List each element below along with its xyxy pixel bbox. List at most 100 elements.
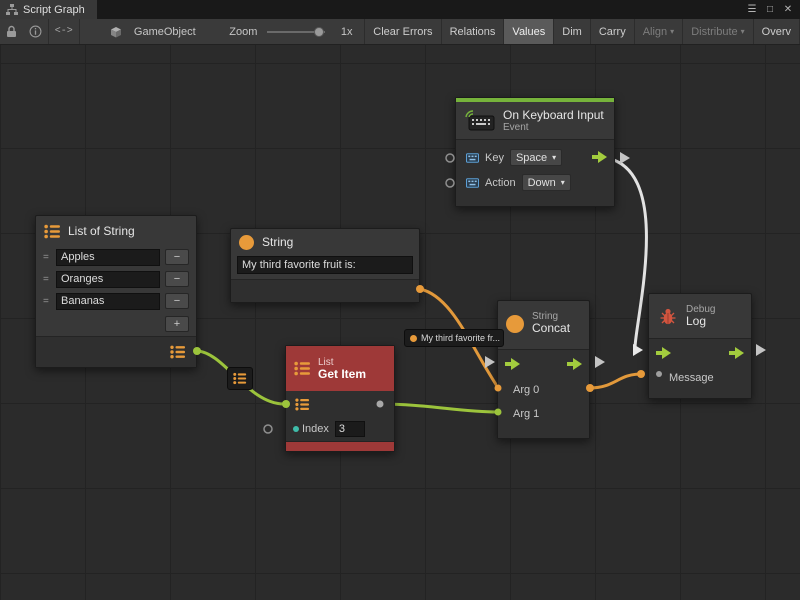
node-body: Arg 0 Arg 1: [498, 349, 589, 438]
window-close-icon[interactable]: ✕: [779, 1, 797, 18]
node-title: On Keyboard Input: [503, 109, 604, 122]
node-on-keyboard-input[interactable]: On Keyboard Input Event Key Space ▾ Acti…: [455, 97, 615, 207]
node-header-text: Debug Log: [686, 304, 715, 328]
list-icon: [295, 398, 310, 411]
list-input-row: [286, 391, 394, 417]
wire-value-badge-string: My third favorite fr...: [404, 329, 504, 347]
add-item-row: +: [36, 312, 196, 336]
node-header: On Keyboard Input Event: [456, 102, 614, 139]
node-concat[interactable]: String Concat Arg 0 Arg 1: [497, 300, 590, 439]
bug-icon: [658, 307, 678, 326]
arg0-label: Arg 0: [513, 384, 539, 396]
info-icon[interactable]: [23, 19, 48, 44]
node-header: String: [231, 229, 419, 255]
code-view-icon[interactable]: <->: [49, 19, 79, 44]
node-header: List Get Item: [286, 346, 394, 391]
key-label: Key: [485, 152, 504, 164]
relations-button[interactable]: Relations: [441, 19, 504, 44]
overview-button[interactable]: Overv: [753, 19, 800, 44]
control-input-port[interactable]: [505, 358, 520, 373]
toolbar-separator: [79, 19, 80, 44]
node-header: String Concat: [498, 301, 589, 349]
index-label: Index: [302, 423, 329, 435]
node-header: Debug Log: [649, 294, 751, 338]
gameobject-label[interactable]: GameObject: [128, 26, 202, 38]
string-field-row: My third favorite fruit is:: [231, 255, 419, 279]
node-footer-strip: [286, 441, 394, 451]
message-label: Message: [669, 372, 714, 384]
zoom-slider-handle[interactable]: [314, 27, 324, 37]
string-type-icon: [506, 315, 524, 333]
carry-button[interactable]: Carry: [590, 19, 634, 44]
add-item-button[interactable]: +: [165, 316, 189, 332]
message-row: Message: [649, 367, 751, 389]
window-menu-icon[interactable]: ☰: [743, 1, 761, 18]
control-input-port[interactable]: [656, 347, 671, 362]
node-log[interactable]: Debug Log Message: [648, 293, 752, 399]
action-port-icon: [466, 178, 479, 188]
control-output-port[interactable]: [567, 358, 582, 373]
node-title: List of String: [68, 225, 135, 238]
zoom-value: 1x: [335, 26, 359, 38]
control-flow-row: [649, 339, 751, 367]
chevron-down-icon: ▾: [670, 28, 674, 36]
list-icon: [294, 361, 311, 376]
chevron-down-icon: ▾: [561, 179, 565, 187]
list-item-field[interactable]: Bananas: [56, 293, 160, 310]
clear-errors-button[interactable]: Clear Errors: [364, 19, 440, 44]
action-row: Action Down ▾: [456, 170, 614, 195]
list-icon: [233, 372, 247, 385]
list-item-row: = Bananas −: [36, 290, 196, 312]
list-item-row: = Apples −: [36, 246, 196, 268]
list-item-field[interactable]: Apples: [56, 249, 160, 266]
control-output-port[interactable]: [729, 347, 744, 362]
node-list-of-string[interactable]: List of String = Apples − = Oranges − = …: [35, 215, 197, 368]
node-get-item[interactable]: List Get Item Index 3: [285, 345, 395, 452]
distribute-button[interactable]: Distribute▾: [682, 19, 752, 44]
script-graph-icon: [6, 4, 18, 15]
node-title: Log: [686, 315, 715, 328]
align-button[interactable]: Align▾: [634, 19, 682, 44]
node-string-literal[interactable]: String My third favorite fruit is:: [230, 228, 420, 303]
string-value-input[interactable]: My third favorite fruit is:: [237, 256, 413, 274]
tab-title: Script Graph: [23, 4, 85, 16]
control-output-port[interactable]: [592, 151, 607, 166]
action-label: Action: [485, 177, 516, 189]
key-dropdown[interactable]: Space ▾: [510, 149, 562, 166]
string-type-icon: [239, 235, 254, 250]
node-category: List: [318, 357, 366, 368]
title-bar: Script Graph ☰ □ ✕: [0, 0, 800, 19]
list-icon: [44, 224, 61, 239]
action-dropdown[interactable]: Down ▾: [522, 174, 571, 191]
node-subtitle: Event: [503, 122, 604, 133]
remove-item-button[interactable]: −: [165, 271, 189, 287]
node-header-text: List Get Item: [318, 357, 366, 381]
window-maximize-icon[interactable]: □: [761, 1, 779, 18]
window-controls: ☰ □ ✕: [743, 0, 800, 19]
key-row: Key Space ▾: [456, 145, 614, 170]
zoom-slider[interactable]: [267, 31, 325, 33]
graph-toolbar: <-> GameObject Zoom 1x Clear Errors Rela…: [0, 19, 800, 45]
drag-handle-icon[interactable]: =: [43, 252, 51, 263]
node-title: Concat: [532, 322, 583, 335]
node-body: Key Space ▾ Action Down ▾: [456, 139, 614, 206]
node-title: Get Item: [318, 368, 366, 381]
node-header: List of String: [36, 216, 196, 246]
drag-handle-icon[interactable]: =: [43, 274, 51, 285]
key-port-icon: [466, 153, 479, 163]
node-header-text: On Keyboard Input Event: [503, 109, 604, 133]
remove-item-button[interactable]: −: [165, 249, 189, 265]
drag-handle-icon[interactable]: =: [43, 296, 51, 307]
string-type-icon: [410, 335, 417, 342]
lock-icon[interactable]: [0, 19, 23, 44]
tab-script-graph[interactable]: Script Graph: [0, 0, 97, 19]
list-item-row: = Oranges −: [36, 268, 196, 290]
index-input[interactable]: 3: [335, 421, 365, 437]
list-item-field[interactable]: Oranges: [56, 271, 160, 288]
dim-button[interactable]: Dim: [553, 19, 590, 44]
values-button[interactable]: Values: [503, 19, 553, 44]
index-row: Index 3: [286, 417, 394, 441]
wire-value-badge-list: [227, 367, 253, 390]
remove-item-button[interactable]: −: [165, 293, 189, 309]
node-body: Message: [649, 338, 751, 398]
